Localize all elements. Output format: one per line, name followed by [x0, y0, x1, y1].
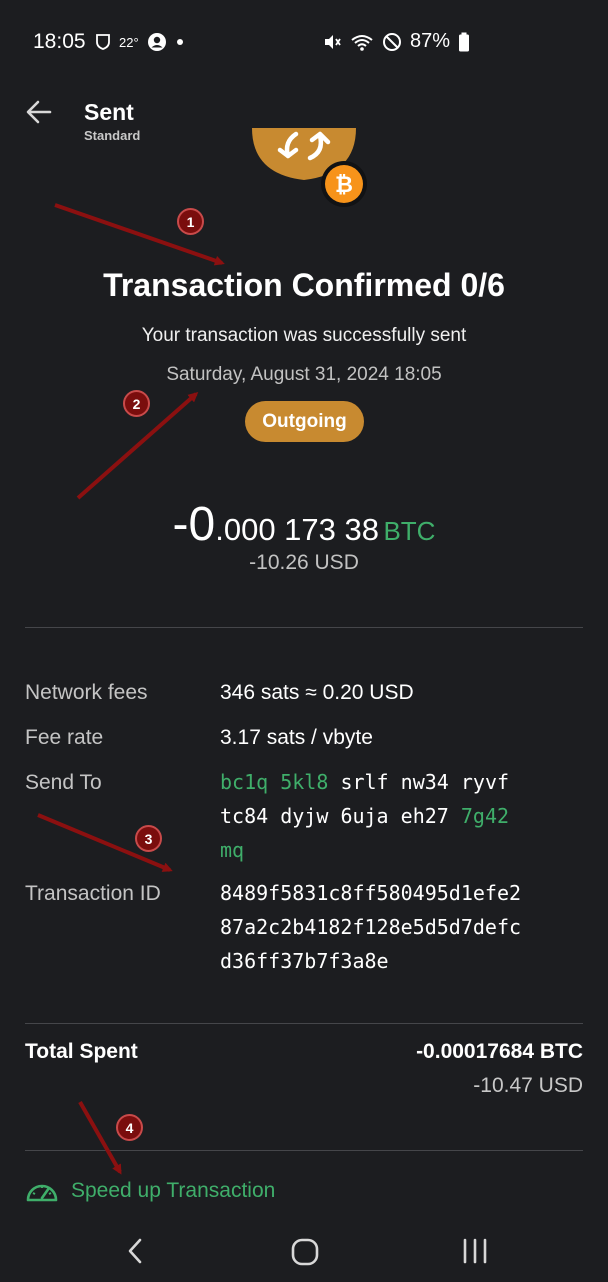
address-chunk: dyjw	[280, 804, 329, 828]
amount-usd: -10.26 USD	[249, 551, 359, 574]
address-chunk: srlf	[340, 770, 389, 794]
transaction-id-label: Transaction ID	[25, 882, 161, 905]
txid-line: 8489f5831c8ff580495d1efe2	[220, 881, 522, 905]
annotation-marker: 1	[177, 208, 204, 235]
address-chunk: tc84	[220, 804, 269, 828]
address-chunk: 7g42	[460, 804, 510, 828]
send-to-address[interactable]: bc1q 5kl8 srlf nw34 ryvf tc84 dyjw 6uja …	[220, 765, 580, 867]
txid-line: 87a2c2b4182f128e5d5d7defc	[220, 915, 522, 939]
status-left-icons: 22°	[95, 32, 185, 52]
speed-up-label: Speed up Transaction	[71, 1179, 276, 1202]
txid-line: d36ff37b7f3a8e	[220, 949, 389, 973]
fee-rate-label: Fee rate	[25, 726, 104, 749]
page-subtitle: Standard	[84, 128, 141, 143]
speedometer-icon	[26, 1184, 58, 1202]
send-to-label: Send To	[25, 771, 102, 794]
transaction-hero-icon: ₿	[250, 128, 367, 228]
address-line: mq	[220, 833, 580, 867]
status-right-icons: 87%	[322, 30, 470, 53]
fee-rate-value: 3.17 sats / vbyte	[220, 726, 373, 749]
divider	[25, 1150, 583, 1151]
nav-back-button[interactable]	[122, 1237, 150, 1265]
total-spent-label: Total Spent	[25, 1040, 138, 1063]
page-title: Sent	[84, 99, 134, 125]
annotation-arrow	[78, 1101, 122, 1175]
nav-recents-button[interactable]	[460, 1237, 490, 1265]
status-temperature: 22°	[119, 34, 139, 50]
address-line: bc1q 5kl8 srlf nw34 ryvf	[220, 765, 580, 799]
amount-integer: -0	[172, 498, 216, 551]
address-chunk: bc1q	[220, 770, 269, 794]
transaction-amount: -0.000 173 38 BTC	[0, 497, 608, 552]
address-chunk: 6uja	[340, 804, 389, 828]
transaction-date: Saturday, August 31, 2024 18:05	[166, 364, 442, 385]
divider	[25, 1023, 583, 1024]
address-chunk: mq	[220, 838, 245, 862]
annotation-marker: 3	[135, 825, 162, 852]
address-chunk: eh27	[400, 804, 449, 828]
network-fees-value: 346 sats ≈ 0.20 USD	[220, 681, 414, 704]
transaction-id-value[interactable]: 8489f5831c8ff580495d1efe2 87a2c2b4182f12…	[220, 876, 590, 978]
address-chunk: nw34	[400, 770, 449, 794]
address-chunk: ryvf	[460, 770, 510, 794]
dot-icon	[176, 39, 183, 45]
annotation-marker: 2	[123, 390, 150, 417]
bitcoin-icon: ₿	[321, 161, 367, 207]
transaction-message: Your transaction was successfully sent	[141, 325, 467, 346]
home-icon	[291, 1238, 319, 1266]
recents-icon	[463, 1238, 487, 1264]
speed-up-button[interactable]: Speed up Transaction	[25, 1178, 275, 1204]
battery-percentage: 87%	[410, 30, 451, 52]
divider	[25, 627, 583, 628]
direction-badge: Outgoing	[245, 401, 364, 442]
amount-decimals: .000 173 38	[215, 512, 379, 547]
status-time: 18:05	[33, 30, 86, 53]
address-chunk: 5kl8	[280, 770, 329, 794]
nav-home-button[interactable]	[290, 1237, 320, 1267]
network-fees-label: Network fees	[25, 681, 148, 704]
total-spent-btc: -0.00017684 BTC	[416, 1040, 583, 1063]
svg-text:₿: ₿	[335, 172, 353, 197]
wifi-icon	[351, 34, 373, 51]
account-circle-icon	[147, 33, 166, 51]
shield-icon	[96, 34, 110, 50]
status-bar: 18:05 22° 87%	[0, 0, 608, 84]
battery-icon	[459, 32, 470, 51]
address-line: tc84 dyjw 6uja eh27 7g42	[220, 799, 580, 833]
amount-unit: BTC	[383, 516, 436, 546]
arrow-left-icon	[26, 100, 52, 124]
chevron-left-icon	[128, 1238, 142, 1264]
back-button[interactable]	[24, 96, 60, 128]
total-spent-usd: -10.47 USD	[473, 1074, 583, 1097]
mute-icon	[325, 34, 341, 49]
do-not-disturb-icon	[383, 32, 401, 51]
transaction-status-title: Transaction Confirmed 0/6	[103, 267, 505, 303]
annotation-marker: 4	[116, 1114, 143, 1141]
